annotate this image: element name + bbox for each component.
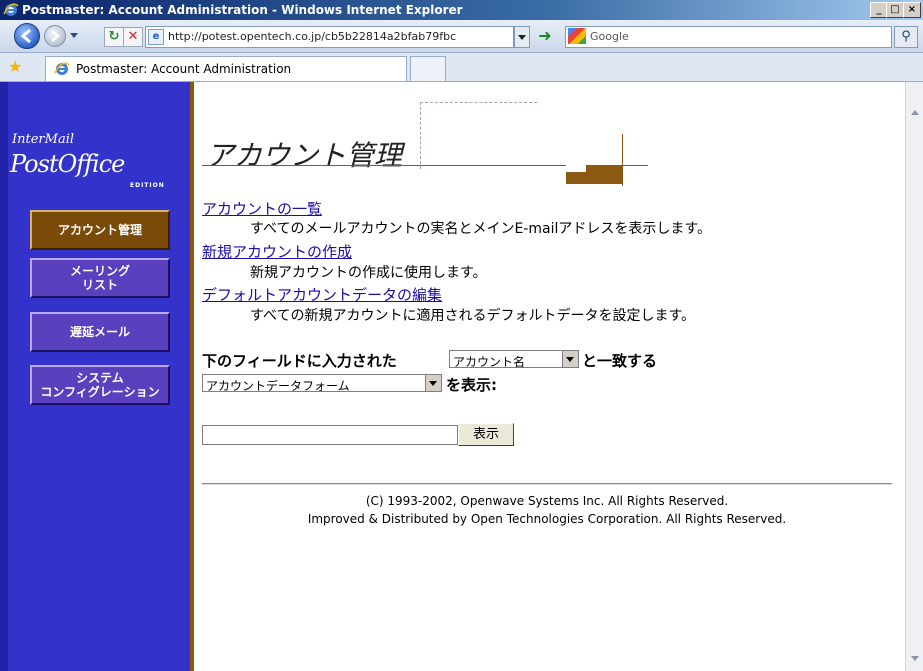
logo-postoffice: PostOffice	[10, 150, 125, 178]
footer-divider	[202, 483, 892, 485]
search-show-label: を表示:	[446, 376, 497, 394]
stop-icon[interactable]: ✕	[123, 27, 143, 47]
form-select-value: アカウントデータフォーム	[206, 379, 350, 393]
title-decoration	[420, 102, 537, 169]
page-title: アカウント管理	[206, 139, 403, 172]
search-input[interactable]: Google	[565, 26, 892, 48]
link-edit-default-account[interactable]: デフォルトアカウントデータの編集	[202, 284, 442, 305]
favorites-star-icon[interactable]: ★	[8, 58, 22, 76]
link-create-account-description: 新規アカウントの作成に使用します。	[250, 265, 487, 281]
link-account-list[interactable]: アカウントの一覧	[202, 198, 322, 219]
new-tab-button[interactable]	[410, 56, 446, 81]
chevron-down-icon	[562, 351, 578, 367]
sidebar-item-system-config[interactable]: システム コンフィグレーション	[30, 365, 170, 405]
logo-edition: EDITION	[130, 182, 165, 189]
link-account-list-description: すべてのメールアカウントの実名とメインE-mailアドレスを表示します。	[250, 221, 711, 237]
maximize-button[interactable]: □	[886, 2, 904, 18]
chevron-down-icon	[425, 375, 441, 391]
form-select[interactable]: アカウントデータフォーム	[202, 374, 442, 393]
footer-copyright: (C) 1993-2002, Openwave Systems Inc. All…	[365, 494, 729, 508]
window-titlebar: Postmaster: Account Administration - Win…	[0, 0, 923, 20]
sidebar-item-mailing-list[interactable]: メーリング リスト	[30, 258, 170, 298]
page-icon: e	[148, 29, 164, 45]
sidebar-item-label: アカウント管理	[57, 223, 142, 237]
search-match-label: と一致する	[582, 352, 658, 370]
search-value-input[interactable]	[202, 425, 458, 445]
forward-button[interactable]	[44, 25, 66, 47]
browser-navbar: ↻ ✕ e http://potest.opentech.co.jp/cb5b22…	[0, 20, 923, 53]
back-button[interactable]	[14, 23, 40, 49]
scroll-down-icon[interactable]	[911, 656, 919, 661]
search-prefix-label: 下のフィールドに入力された	[202, 352, 397, 370]
go-arrow-icon[interactable]: ➜	[535, 26, 555, 46]
show-button[interactable]: 表示	[458, 423, 514, 446]
sidebar-item-deferred-mail[interactable]: 遅延メール	[30, 312, 170, 352]
sidebar-item-label: メーリング リスト	[69, 264, 130, 292]
logo-intermail: InterMail	[12, 132, 75, 147]
sidebar-item-label: 遅延メール	[69, 325, 130, 339]
footer-distributor: Improved & Distributed by Open Technolog…	[307, 512, 787, 526]
tab-ie-icon	[54, 62, 70, 75]
history-dropdown-icon[interactable]	[70, 33, 78, 38]
field-select[interactable]: アカウント名	[449, 350, 579, 369]
forward-arrow-icon	[51, 30, 60, 42]
google-logo-icon	[568, 28, 586, 44]
vertical-scrollbar[interactable]	[905, 82, 923, 671]
tab-label: Postmaster: Account Administration	[76, 62, 292, 76]
scroll-up-icon[interactable]	[911, 110, 919, 115]
title-decoration-vline	[622, 134, 623, 186]
field-select-value: アカウント名	[453, 355, 526, 369]
close-button[interactable]: ×	[903, 2, 921, 18]
search-placeholder: Google	[590, 30, 629, 43]
link-edit-default-account-description: すべての新規アカウントに適用されるデフォルトデータを設定します。	[250, 308, 696, 324]
main-content: アカウント管理 アカウントの一覧 すべてのメールアカウントの実名とメインE-ma…	[194, 82, 905, 671]
title-decoration-notch	[566, 165, 586, 172]
search-magnifier-icon[interactable]: ⚲	[894, 26, 918, 48]
sidebar: InterMail PostOffice EDITION アカウント管理 メーリ…	[0, 82, 194, 671]
refresh-icon[interactable]: ↻	[104, 27, 124, 47]
link-create-account[interactable]: 新規アカウントの作成	[202, 241, 352, 262]
sidebar-item-label: システム コンフィグレーション	[40, 371, 160, 399]
back-arrow-icon	[20, 28, 31, 44]
address-dropdown-button[interactable]	[514, 26, 530, 48]
window-title: Postmaster: Account Administration - Win…	[22, 3, 463, 17]
sidebar-item-account-admin[interactable]: アカウント管理	[30, 210, 170, 250]
ie-logo-icon	[3, 3, 19, 16]
tab-postmaster[interactable]: Postmaster: Account Administration	[45, 56, 407, 81]
address-bar[interactable]: e http://potest.opentech.co.jp/cb5b22814a…	[145, 26, 514, 48]
address-url: http://potest.opentech.co.jp/cb5b22814a2…	[168, 30, 457, 43]
tab-bar: ★ Postmaster: Account Administration	[0, 53, 923, 82]
